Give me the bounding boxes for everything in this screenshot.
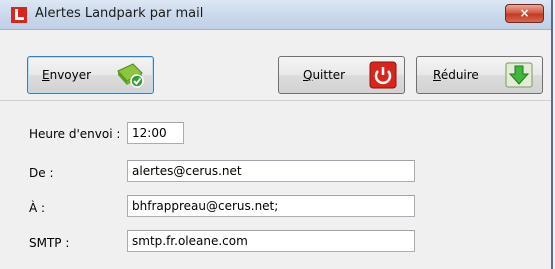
send-time-field[interactable]: 12:00 bbox=[127, 122, 184, 144]
toolbar-separator bbox=[0, 100, 551, 101]
minimize-button-label: Réduire bbox=[433, 68, 479, 82]
quit-button[interactable]: Quitter bbox=[278, 56, 405, 94]
mail-send-icon bbox=[117, 63, 144, 88]
send-time-label: Heure d'envoi : bbox=[29, 127, 121, 141]
green-down-arrow-icon bbox=[505, 62, 533, 88]
send-button[interactable]: Envoyer bbox=[27, 56, 154, 94]
to-field[interactable]: bhfrappreau@cerus.net; bbox=[127, 195, 415, 217]
app-window: Alertes Landpark par mail × Envoyer Quit… bbox=[0, 0, 553, 269]
power-icon bbox=[369, 61, 397, 89]
from-field[interactable]: alertes@cerus.net bbox=[127, 160, 415, 182]
from-label: De : bbox=[29, 166, 54, 180]
landpark-logo-icon bbox=[11, 7, 27, 23]
quit-button-label: Quitter bbox=[303, 68, 346, 82]
window-title: Alertes Landpark par mail bbox=[35, 6, 204, 21]
smtp-field[interactable]: smtp.fr.oleane.com bbox=[127, 230, 415, 252]
send-button-label: Envoyer bbox=[42, 68, 92, 82]
title-bar[interactable]: Alertes Landpark par mail × bbox=[0, 0, 551, 30]
minimize-button[interactable]: Réduire bbox=[416, 56, 543, 94]
smtp-label: SMTP : bbox=[29, 236, 70, 250]
close-icon: × bbox=[519, 6, 530, 20]
close-button[interactable]: × bbox=[505, 4, 544, 23]
to-label: À : bbox=[29, 201, 46, 215]
